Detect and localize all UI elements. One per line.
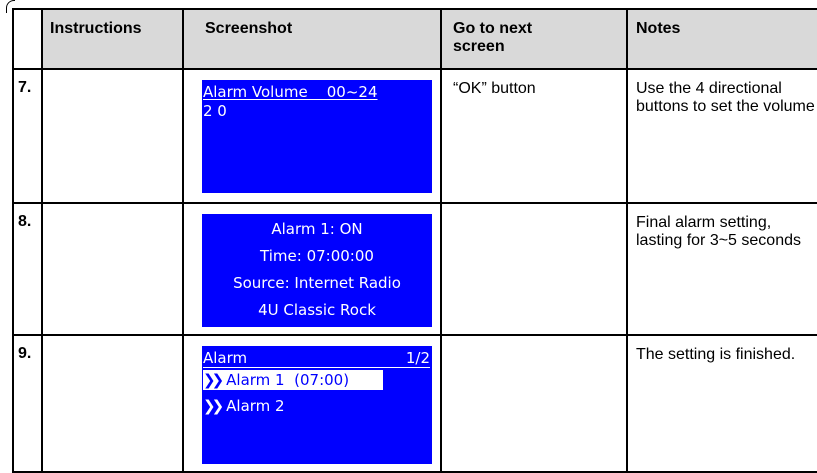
header-screenshot: Screenshot bbox=[205, 20, 293, 37]
double-chevron-right-icon: ❯❯ bbox=[203, 371, 224, 389]
column-divider bbox=[182, 8, 184, 473]
screen-line: Time: 07:00:00 bbox=[260, 247, 374, 265]
instructions-table: Instructions Screenshot Go to next scree… bbox=[12, 8, 817, 473]
screen-value-line: 2 0 bbox=[203, 102, 227, 120]
row-divider bbox=[12, 8, 817, 10]
screen-title-bar: Alarm 1/2 bbox=[203, 349, 430, 368]
screen-title: Alarm bbox=[203, 349, 248, 367]
screen-item-label: ❯❯ Alarm 2 bbox=[203, 397, 285, 415]
screenshot-alarm-list: Alarm 1/2 ❯❯ Alarm 1 (07:00) ❯❯ Alarm 2 bbox=[202, 346, 432, 464]
row-divider bbox=[12, 334, 817, 336]
header-notes: Notes bbox=[636, 20, 681, 37]
screen-item: ❯❯ Alarm 2 bbox=[203, 396, 430, 416]
screen-line: 4U Classic Rock bbox=[258, 301, 376, 319]
row-number: 7. bbox=[18, 79, 32, 96]
screen-title-line: Alarm Volume 00~24 bbox=[203, 83, 378, 101]
screen-line: Alarm 1: ON bbox=[271, 220, 363, 238]
screenshot-alarm-volume: Alarm Volume 00~24 2 0 bbox=[202, 80, 432, 193]
next-screen-text: “OK” button bbox=[453, 80, 536, 97]
header-cell-notes bbox=[628, 8, 817, 68]
column-divider bbox=[12, 8, 14, 473]
double-chevron-right-icon: ❯❯ bbox=[203, 397, 224, 415]
row-divider bbox=[12, 68, 817, 70]
screen-item-selected: ❯❯ Alarm 1 (07:00) bbox=[203, 370, 383, 390]
header-cell-screenshot bbox=[184, 8, 440, 68]
screen-line: Source: Internet Radio bbox=[233, 274, 401, 292]
row-number: 9. bbox=[18, 345, 32, 362]
header-go-to-next-screen: Go to next screen bbox=[453, 20, 533, 55]
column-divider bbox=[41, 8, 43, 473]
screen-item-label: ❯❯ Alarm 1 (07:00) bbox=[203, 371, 350, 389]
header-instructions: Instructions bbox=[50, 20, 142, 37]
screenshot-alarm-summary: Alarm 1: ON Time: 07:00:00 Source: Inter… bbox=[202, 214, 432, 327]
screen-page-indicator: 1/2 bbox=[405, 349, 430, 367]
notes-text: Use the 4 directional buttons to set the… bbox=[636, 80, 815, 115]
column-divider bbox=[626, 8, 628, 473]
row-number: 8. bbox=[18, 213, 32, 230]
column-divider bbox=[440, 8, 442, 473]
notes-text: Final alarm setting, lasting for 3~5 sec… bbox=[636, 214, 801, 249]
notes-text: The setting is finished. bbox=[636, 346, 796, 363]
header-cell-instructions bbox=[43, 8, 182, 68]
row-divider bbox=[12, 202, 817, 204]
